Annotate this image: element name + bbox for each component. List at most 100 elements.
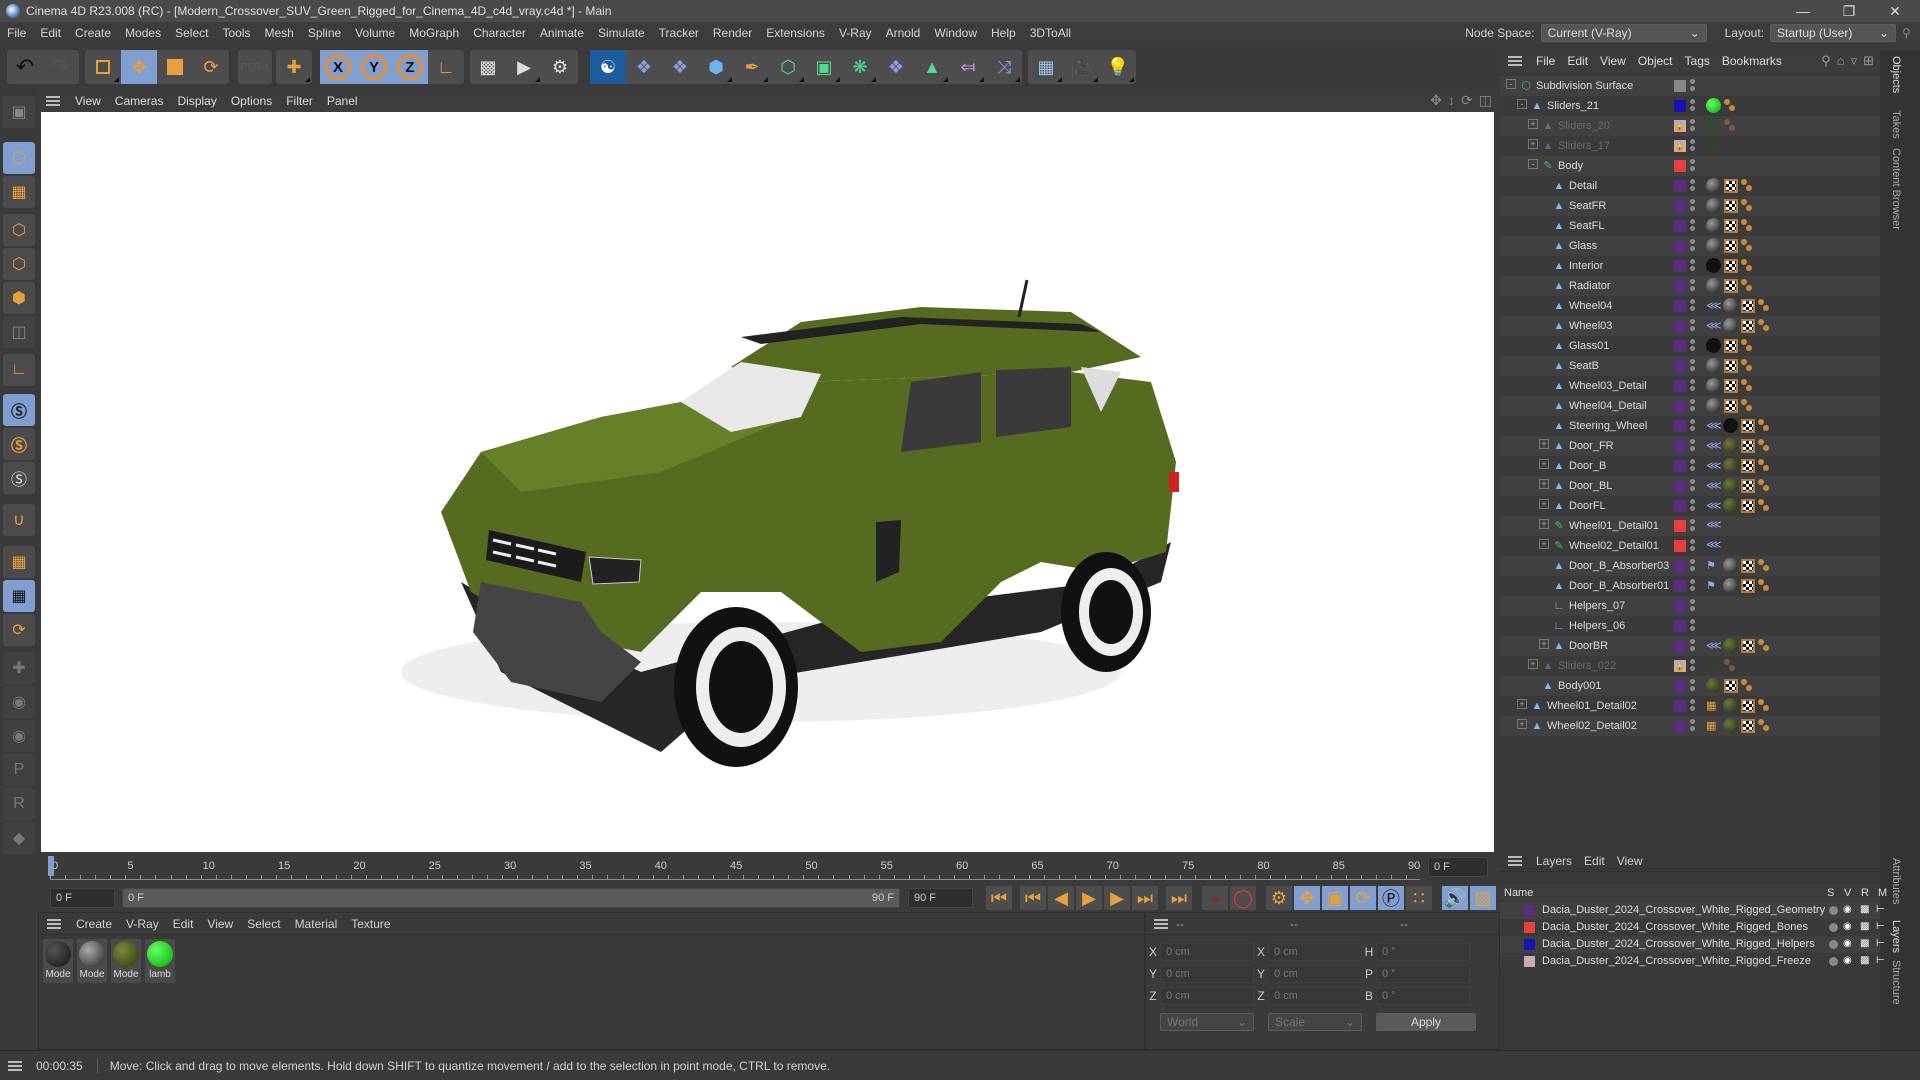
object-name[interactable]: Sliders_022 [1558, 660, 1616, 672]
z-axis-toggle[interactable]: Z [392, 50, 428, 84]
object-row[interactable]: ▲ Glass01 [1500, 336, 1896, 356]
menu-tools[interactable]: Tools [215, 26, 257, 40]
key-rotation-toggle[interactable]: ⟳ [1350, 886, 1376, 910]
phong-tag-icon[interactable] [1758, 558, 1770, 573]
visibility-dots[interactable] [1690, 718, 1696, 734]
phong-tag-icon[interactable] [1758, 298, 1770, 313]
polygon-mode-button[interactable]: ⬢ [3, 282, 35, 314]
material-swatch[interactable]: Mode [111, 939, 141, 983]
phong-tag-icon[interactable] [1741, 198, 1753, 213]
snap-settings-button[interactable]: Ⓢ [3, 428, 35, 460]
layer-color-swatch[interactable] [1674, 540, 1686, 552]
hamburger-icon[interactable] [1154, 918, 1168, 929]
frame-readout-field[interactable]: 0 F [1428, 857, 1488, 877]
layer-color-swatch[interactable] [1674, 400, 1686, 412]
uvw-tag-icon[interactable] [1741, 558, 1755, 573]
visibility-dots[interactable] [1690, 78, 1696, 94]
object-name[interactable]: Wheel02_Detail02 [1547, 720, 1637, 732]
layer-color-swatch[interactable] [1524, 922, 1535, 933]
object-row[interactable]: ▲ Wheel03 ⋘ [1500, 316, 1896, 336]
material-tag-icon[interactable] [1706, 258, 1721, 273]
expand-icon[interactable]: + [1539, 639, 1549, 649]
objects-menu-edit[interactable]: Edit [1561, 54, 1594, 68]
object-name[interactable]: Detail [1569, 180, 1597, 192]
pos-z-field[interactable]: 0 cm [1160, 987, 1254, 1005]
home-icon[interactable]: ⌂ [1837, 53, 1845, 69]
timeline-film-button[interactable]: ▧ [1470, 886, 1496, 910]
add-tool-button[interactable]: ✚ [276, 50, 312, 84]
solo-toggle[interactable] [1829, 940, 1838, 949]
eye-icon[interactable]: ◉ [1843, 938, 1852, 949]
key-position-toggle[interactable]: ✥ [1294, 886, 1320, 910]
redo-button[interactable]: ↷ [43, 50, 79, 84]
autokey-button[interactable]: ◯ [1230, 886, 1256, 910]
object-name[interactable]: Helpers_06 [1569, 620, 1625, 632]
layer-color-swatch[interactable] [1674, 420, 1686, 432]
manager-hierarchy-icon[interactable]: ⊢ [1876, 955, 1885, 966]
uvw-tag-icon[interactable] [1724, 258, 1738, 273]
previous-key-button[interactable]: ⏮ [1020, 886, 1046, 910]
rotate-view-icon[interactable]: ⟳ [1461, 92, 1473, 109]
layer-color-swatch[interactable] [1674, 360, 1686, 372]
expand-icon[interactable]: + [1528, 119, 1538, 129]
scale-tool-button[interactable] [157, 50, 193, 84]
phong-tag-icon[interactable] [1741, 338, 1753, 353]
edge-mode-button[interactable]: ⬡ [3, 248, 35, 280]
constraint-tag-icon[interactable]: ⚑ [1706, 559, 1720, 572]
restore-button[interactable]: ❐ [1826, 0, 1872, 22]
object-row[interactable]: + ▲ Door_FR ⋘ [1500, 436, 1896, 456]
layer-color-swatch[interactable] [1674, 500, 1686, 512]
visibility-dots[interactable] [1690, 478, 1696, 494]
python-script-button-3[interactable]: ❖ [878, 50, 914, 84]
ik-tag-icon[interactable]: ⋘ [1706, 538, 1722, 551]
solo-toggle[interactable] [1829, 906, 1838, 915]
object-name[interactable]: Sliders_21 [1547, 100, 1599, 112]
layer-color-swatch[interactable] [1674, 320, 1686, 332]
tab-layers[interactable]: Layers [1890, 920, 1902, 953]
object-row[interactable]: ▲ Body001 [1500, 676, 1896, 696]
material-tag-icon[interactable] [1723, 458, 1738, 473]
axis-mode-button[interactable]: ∟ [3, 354, 35, 386]
material-tag-icon[interactable] [1723, 498, 1738, 513]
object-name[interactable]: Wheel01_Detail02 [1547, 700, 1637, 712]
material-tag-icon[interactable] [1706, 338, 1721, 353]
layer-color-swatch[interactable] [1674, 720, 1686, 732]
filter-icon[interactable]: ▿ [1851, 53, 1858, 69]
ik-tag-icon[interactable]: ⋘ [1706, 479, 1722, 492]
object-row[interactable]: ∟ Helpers_07 [1500, 596, 1896, 616]
object-row[interactable]: + ▲ Sliders_17 🔒 [1500, 136, 1896, 156]
uvw-tag-icon[interactable] [1741, 438, 1755, 453]
menu-file[interactable]: File [0, 26, 33, 40]
tab-objects[interactable]: Objects [1890, 56, 1902, 93]
layer-color-swatch[interactable] [1674, 260, 1686, 272]
zoom-view-icon[interactable]: ↕ [1448, 92, 1455, 109]
phong-tag-icon[interactable] [1758, 318, 1770, 333]
material-tag-icon[interactable] [1706, 238, 1721, 253]
expand-icon[interactable]: + [1539, 499, 1549, 509]
material-tag-icon[interactable] [1723, 438, 1738, 453]
material-menu-vray[interactable]: V-Ray [119, 917, 166, 931]
object-row[interactable]: ▲ Door_B_Absorber01 ⚑ [1500, 576, 1896, 596]
visibility-dots[interactable] [1690, 238, 1696, 254]
weight-tool-button[interactable]: ◉ [3, 720, 35, 752]
expand-icon[interactable]: + [1539, 479, 1549, 489]
uvw-tag-icon[interactable] [1724, 218, 1738, 233]
material-tag-icon[interactable] [1723, 718, 1738, 733]
object-row[interactable]: - ✎ Body [1500, 156, 1896, 176]
camera-button[interactable]: 🎥 [1064, 50, 1100, 84]
render-clapper-icon[interactable]: ▩ [1860, 955, 1869, 966]
minimize-button[interactable]: — [1780, 0, 1826, 22]
layer-color-swatch[interactable] [1674, 220, 1686, 232]
phong-tag-icon[interactable] [1741, 238, 1753, 253]
key-pla-toggle[interactable]: ∷ [1406, 886, 1432, 910]
layer-color-swatch[interactable] [1674, 440, 1686, 452]
pose-morph-button[interactable]: ◆ [3, 822, 35, 854]
python-script-button-1[interactable]: ❖ [626, 50, 662, 84]
deformer-button[interactable]: ⤨ [986, 50, 1022, 84]
material-tag-icon[interactable] [1706, 378, 1721, 393]
phong-tag-icon[interactable] [1741, 678, 1753, 693]
apply-button[interactable]: Apply [1376, 1013, 1476, 1031]
visibility-dots[interactable] [1690, 358, 1696, 374]
key-scale-toggle[interactable]: ▣ [1322, 886, 1348, 910]
y-axis-toggle[interactable]: Y [356, 50, 392, 84]
